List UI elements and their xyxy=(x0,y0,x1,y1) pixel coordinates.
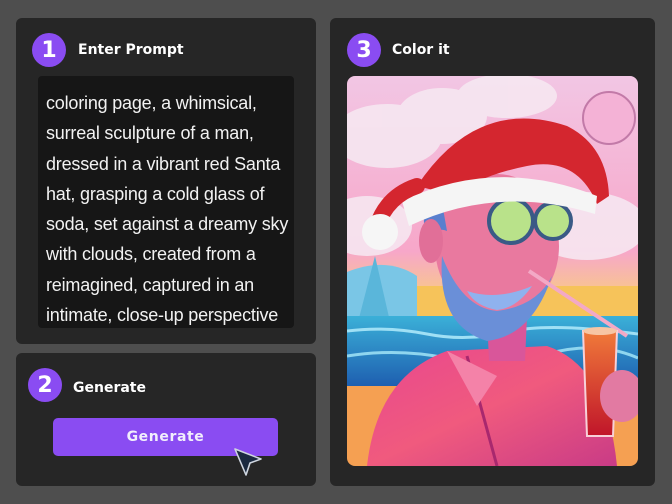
step-2-title: Generate xyxy=(73,380,146,396)
enter-prompt-panel: 1 Enter Prompt coloring page, a whimsica… xyxy=(16,18,316,344)
generated-artwork-image xyxy=(347,76,638,466)
step-2-badge: 2 xyxy=(28,368,62,402)
prompt-text: coloring page, a whimsical, surreal scul… xyxy=(46,93,289,326)
color-it-panel: 3 Color it xyxy=(330,18,655,486)
step-3-title: Color it xyxy=(392,42,450,58)
mouse-cursor-icon xyxy=(234,448,262,476)
step-1-badge: 1 xyxy=(32,33,66,67)
santa-man-illustration xyxy=(347,76,638,466)
step-3-badge: 3 xyxy=(347,33,381,67)
prompt-textarea[interactable]: coloring page, a whimsical, surreal scul… xyxy=(38,76,294,328)
step-1-title: Enter Prompt xyxy=(78,42,184,58)
generate-panel: 2 Generate Generate xyxy=(16,353,316,486)
